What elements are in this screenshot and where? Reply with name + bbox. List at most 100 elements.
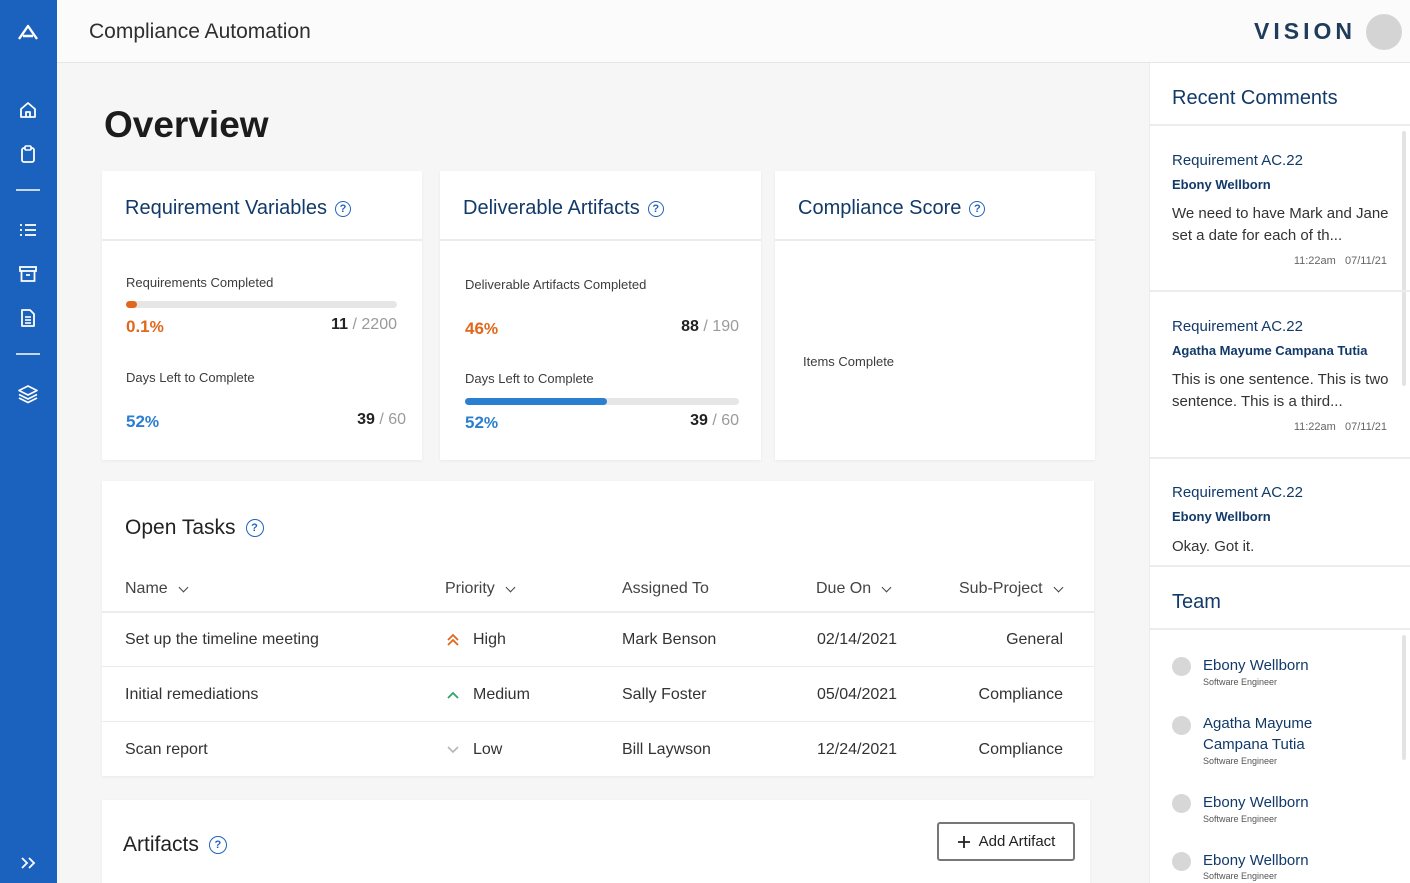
add-artifact-label: Add Artifact <box>978 833 1056 850</box>
help-icon[interactable]: ? <box>245 519 264 537</box>
days-progress-fill <box>465 398 608 405</box>
row-divider <box>102 666 1094 667</box>
comment-author: Ebony Wellborn <box>1172 177 1271 192</box>
team-member-role: Software Engineer <box>1203 871 1278 881</box>
team-member-role: Software Engineer <box>1203 756 1278 766</box>
plus-icon <box>957 835 970 848</box>
task-name[interactable]: Set up the timeline meeting <box>125 631 319 649</box>
chevron-down-icon <box>178 582 189 592</box>
column-header-due[interactable]: Due On <box>816 580 892 598</box>
panel-divider <box>1150 628 1410 630</box>
chevron-down-icon <box>505 582 516 592</box>
priority-low-icon <box>446 743 460 762</box>
user-avatar[interactable] <box>1366 14 1402 50</box>
card-title: Open Tasks <box>125 516 236 539</box>
app-title: Compliance Automation <box>89 20 311 43</box>
comment-text: Okay. Got it. <box>1172 538 1255 555</box>
task-subproject: Compliance <box>978 686 1063 703</box>
list-icon[interactable] <box>16 218 40 242</box>
avatar <box>1172 794 1191 813</box>
task-priority: High <box>473 631 506 648</box>
task-name[interactable]: Initial remediations <box>125 686 258 704</box>
task-assignee: Mark Benson <box>622 631 717 648</box>
row-divider <box>102 721 1094 722</box>
team-member-role: Software Engineer <box>1203 677 1278 687</box>
comment-requirement[interactable]: Requirement AC.22 <box>1172 152 1303 169</box>
team-scrollbar[interactable] <box>1402 635 1406 760</box>
document-icon[interactable] <box>16 306 40 330</box>
panel-divider <box>1150 124 1410 126</box>
team-member-name[interactable]: Agatha Mayume Campana Tutia <box>1203 713 1353 755</box>
page-title: Overview <box>104 104 269 145</box>
avatar <box>1172 657 1191 676</box>
artifacts-ratio: 88 / 190 <box>681 318 739 335</box>
artifacts-percent: 46% <box>465 319 499 338</box>
avatar <box>1172 716 1191 735</box>
brand-logo: VISION <box>1254 18 1356 44</box>
team-member-role: Software Engineer <box>1203 814 1278 824</box>
help-icon[interactable]: ? <box>334 200 351 217</box>
comment-divider <box>1150 457 1410 459</box>
table-header-divider <box>102 611 1094 613</box>
requirements-completed-label: Requirements Completed <box>126 275 274 290</box>
column-header-name[interactable]: Name <box>125 580 189 598</box>
requirements-percent: 0.1% <box>126 317 164 336</box>
requirements-ratio: 11 / 2200 <box>331 316 397 333</box>
card-title: Requirement Variables <box>125 197 327 219</box>
card-title: Artifacts <box>123 833 199 856</box>
task-name[interactable]: Scan report <box>125 741 208 759</box>
add-artifact-button[interactable]: Add Artifact <box>937 822 1075 861</box>
help-icon[interactable]: ? <box>208 836 227 854</box>
card-title: Compliance Score <box>798 197 962 219</box>
task-subproject: Compliance <box>978 741 1063 758</box>
card-title: Deliverable Artifacts <box>463 197 640 219</box>
team-member-name[interactable]: Ebony Wellborn <box>1203 850 1309 871</box>
column-header-subproject[interactable]: Sub-Project <box>959 580 1064 598</box>
comment-author: Agatha Mayume Campana Tutia <box>1172 343 1368 358</box>
right-panel: Recent Comments Requirement AC.22 Ebony … <box>1149 63 1410 883</box>
layers-icon[interactable] <box>16 382 40 406</box>
days-left-label: Days Left to Complete <box>465 371 594 386</box>
days-left-ratio: 39 / 60 <box>357 411 406 428</box>
home-icon[interactable] <box>16 98 40 122</box>
compliance-score-card: Compliance Score ? Items Complete <box>775 171 1095 460</box>
chevron-down-icon <box>881 582 892 592</box>
days-left-label: Days Left to Complete <box>126 370 255 385</box>
task-assignee: Sally Foster <box>622 686 707 703</box>
requirements-progress-bar <box>126 301 397 308</box>
avatar <box>1172 852 1191 871</box>
days-left-percent: 52% <box>465 413 499 432</box>
archive-icon[interactable] <box>16 262 40 286</box>
sidebar-divider <box>16 353 40 355</box>
comment-divider <box>1150 290 1410 292</box>
comment-requirement[interactable]: Requirement AC.22 <box>1172 484 1303 501</box>
expand-icon[interactable] <box>16 851 40 875</box>
task-assignee: Bill Laywson <box>622 741 711 758</box>
open-tasks-card: Open Tasks ? <box>102 481 1094 776</box>
help-icon[interactable]: ? <box>647 200 664 217</box>
column-header-priority[interactable]: Priority <box>445 580 516 598</box>
task-due: 12/24/2021 <box>817 741 898 758</box>
column-header-assigned: Assigned To <box>622 580 709 597</box>
sidebar <box>0 0 57 883</box>
days-left-percent: 52% <box>126 412 160 431</box>
sidebar-divider <box>16 189 40 191</box>
priority-medium-icon <box>446 688 460 707</box>
comment-timestamp: 11:22am 07/11/21 <box>1293 421 1387 433</box>
team-title: Team <box>1172 591 1221 613</box>
task-due: 02/14/2021 <box>817 631 898 648</box>
priority-high-icon <box>446 633 460 652</box>
logo-icon[interactable] <box>16 20 40 44</box>
comment-requirement[interactable]: Requirement AC.22 <box>1172 318 1303 335</box>
task-priority: Low <box>473 741 503 758</box>
comments-scrollbar[interactable] <box>1402 131 1406 386</box>
help-icon[interactable]: ? <box>969 200 986 217</box>
team-member-name[interactable]: Ebony Wellborn <box>1203 655 1309 676</box>
clipboard-icon[interactable] <box>16 142 40 166</box>
team-member-name[interactable]: Ebony Wellborn <box>1203 792 1309 813</box>
items-complete-label: Items Complete <box>803 354 895 369</box>
top-bar: Compliance Automation VISION <box>57 0 1410 63</box>
requirement-variables-card: Requirement Variables ? Requirements Com… <box>102 171 422 460</box>
task-priority: Medium <box>473 686 530 703</box>
artifacts-completed-label: Deliverable Artifacts Completed <box>465 277 647 292</box>
